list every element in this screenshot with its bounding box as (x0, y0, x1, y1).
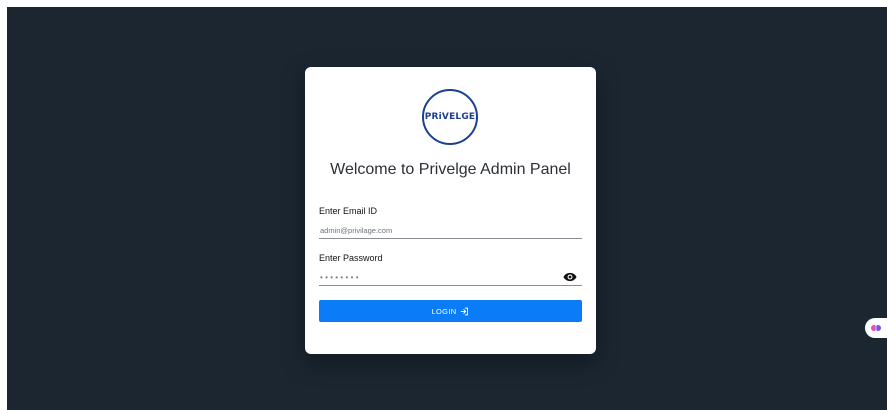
password-label: Enter Password (319, 253, 383, 263)
login-arrow-icon (461, 307, 469, 315)
email-field[interactable] (319, 223, 582, 239)
login-button-label: LOGIN (431, 306, 457, 316)
eye-icon[interactable] (563, 269, 577, 282)
privelge-logo: PRiVELGE (422, 89, 478, 145)
brain-icon (871, 325, 881, 331)
logo-text: PRiVELGE (424, 112, 476, 122)
password-mask: •••••••• (320, 273, 361, 282)
app-background: PRiVELGE Welcome to Privelge Admin Panel… (7, 7, 887, 410)
login-button[interactable]: LOGIN (319, 300, 582, 322)
page-title: Welcome to Privelge Admin Panel (330, 161, 571, 178)
login-card: PRiVELGE Welcome to Privelge Admin Panel… (305, 67, 596, 354)
email-label: Enter Email ID (319, 206, 378, 216)
side-widget[interactable] (865, 318, 887, 338)
